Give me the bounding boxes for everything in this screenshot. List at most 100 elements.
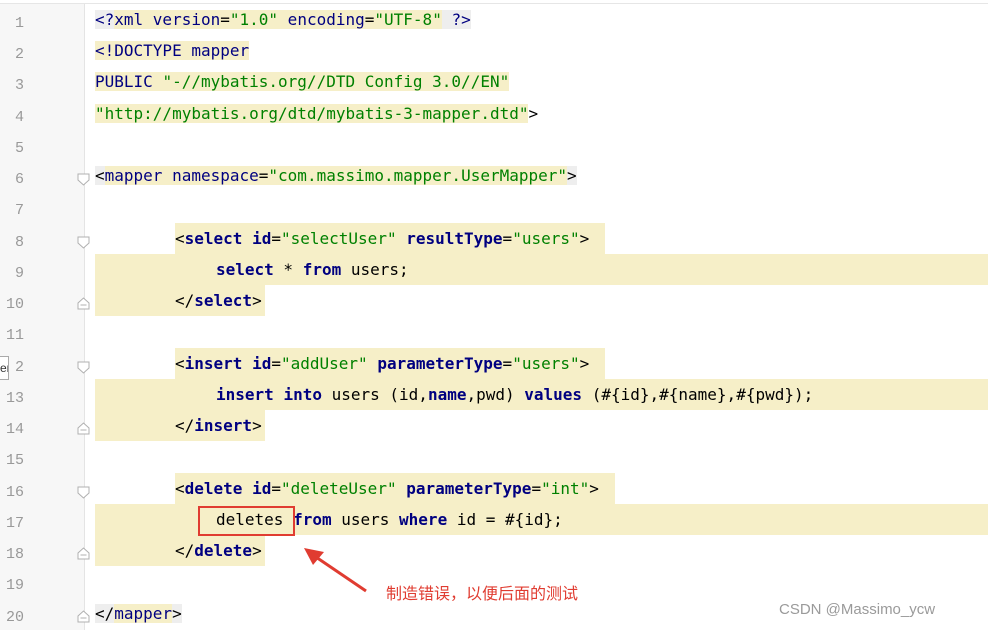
code-line-1: <?xml version="1.0" encoding="UTF-8" ?> (95, 4, 471, 35)
parameter-type-attr: parameterType (396, 479, 532, 498)
delete-tag: delete (194, 541, 253, 560)
tag-close: > (579, 229, 590, 248)
editor-tab-marker[interactable]: er (0, 356, 9, 380)
namespace-value: "com.massimo.mapper.UserMapper" (268, 166, 568, 185)
line-number: 5 (14, 140, 24, 157)
code-line-3: PUBLIC "-//mybatis.org//DTD Config 3.0//… (95, 66, 510, 97)
fold-end-icon[interactable] (77, 422, 90, 435)
public-id: "-//mybatis.org//DTD Config 3.0//EN" (162, 72, 510, 91)
line-number: 13 (5, 390, 24, 407)
line-number: 16 (5, 484, 24, 501)
annotation-arrow-icon (304, 548, 367, 593)
sql-into: into (283, 385, 322, 404)
line-number: 6 (14, 171, 24, 188)
fold-collapse-icon[interactable] (77, 361, 90, 374)
tag-open: < (175, 354, 185, 373)
equals: = (271, 479, 281, 498)
code-line-2: <!DOCTYPE mapper (95, 35, 250, 66)
sql-params: (#{id},#{name},#{pwd}); (582, 385, 814, 404)
mapper-tag: mapper (104, 166, 163, 185)
sql-values: values (524, 385, 583, 404)
id-attr: id (242, 229, 272, 248)
sql-columns-end: ,pwd) (466, 385, 525, 404)
line-number: 2 (14, 46, 24, 63)
xml-decl-open: <? (95, 10, 115, 29)
line-number: 11 (5, 327, 24, 344)
encoding-value: "UTF-8" (374, 10, 442, 29)
tag-close: > (252, 416, 262, 435)
version-value: "1.0" (229, 10, 279, 29)
sql-condition: id = #{id}; (447, 510, 563, 529)
code-line-4: "http://mybatis.org/dtd/mybatis-3-mapper… (95, 98, 538, 129)
select-tag: select (184, 229, 243, 248)
code-line-6: <mapper namespace="com.massimo.mapper.Us… (95, 160, 577, 191)
equals: = (220, 10, 230, 29)
line-number: 17 (5, 515, 24, 532)
tag-open: < (175, 229, 185, 248)
indent-highlight (95, 410, 175, 441)
line-number: 14 (5, 421, 24, 438)
line-number: 3 (14, 77, 24, 94)
insert-tag: insert (194, 416, 253, 435)
line-number: 1 (14, 15, 24, 32)
xml-decl-text: xml version (114, 10, 221, 29)
sql-table: users; (341, 260, 409, 279)
equals: = (502, 229, 513, 248)
delete-tag: delete (184, 479, 243, 498)
indent-highlight (95, 535, 175, 566)
insert-tag: insert (184, 354, 243, 373)
fold-collapse-icon[interactable] (77, 173, 90, 186)
fold-collapse-icon[interactable] (77, 486, 90, 499)
tag-open: </ (175, 541, 195, 560)
parameter-type-value: "users" (512, 354, 580, 373)
equals: = (531, 479, 542, 498)
id-attr: id (242, 354, 272, 373)
code-line-18: </delete> (175, 535, 262, 566)
fold-collapse-icon[interactable] (77, 236, 90, 249)
select-tag: select (194, 291, 253, 310)
code-line-10: </select> (175, 285, 262, 316)
xml-decl-close: ?> (441, 10, 471, 29)
line-number: 7 (14, 202, 24, 219)
line-number: 18 (5, 546, 24, 563)
doctype: <!DOCTYPE mapper (95, 41, 250, 60)
tag-close: > (589, 479, 599, 498)
parameter-type-value: "int" (541, 479, 590, 498)
line-number: 4 (14, 109, 24, 126)
line-number: 15 (5, 452, 24, 469)
sql-columns-start: users (id, (321, 385, 428, 404)
annotation-text: 制造错误，以便后面的测试 (386, 584, 579, 603)
line-number: 19 (5, 577, 24, 594)
code-line-14: </insert> (175, 410, 262, 441)
code-line-20: </mapper> (95, 598, 182, 629)
tag-open: < (175, 479, 185, 498)
parameter-type-attr: parameterType (367, 354, 503, 373)
system-id: "http://mybatis.org/dtd/mybatis-3-mapper… (95, 104, 529, 123)
result-type-value: "users" (512, 229, 580, 248)
sql-star: * (273, 260, 303, 279)
sql-from: from (293, 510, 332, 529)
sql-name-column: name (427, 385, 467, 404)
line-number: 20 (5, 609, 24, 626)
code-editor[interactable]: 1 2 3 4 5 6 7 8 9 10 11 2 13 14 15 16 17… (0, 0, 988, 630)
tag-close: > (252, 291, 262, 310)
equals: = (364, 10, 375, 29)
sql-insert: insert (216, 385, 274, 404)
error-highlight-box (198, 506, 295, 536)
sql-select: select (216, 260, 274, 279)
sql-table: users (331, 510, 400, 529)
tag-close: > (172, 604, 182, 623)
tag-close: > (567, 166, 577, 185)
line-number: 10 (5, 296, 24, 313)
equals: = (271, 354, 281, 373)
id-value: "addUser" (280, 354, 368, 373)
equals: = (258, 166, 269, 185)
code-line-9: select * from users; (216, 254, 409, 285)
fold-end-icon[interactable] (77, 297, 90, 310)
namespace-attr: namespace (162, 166, 259, 185)
encoding-attr: encoding (278, 10, 365, 29)
code-line-16: <delete id="deleteUser" parameterType="i… (175, 473, 599, 504)
fold-end-icon[interactable] (77, 547, 90, 560)
fold-end-icon[interactable] (77, 610, 90, 623)
code-line-8: <select id="selectUser" resultType="user… (175, 223, 589, 254)
